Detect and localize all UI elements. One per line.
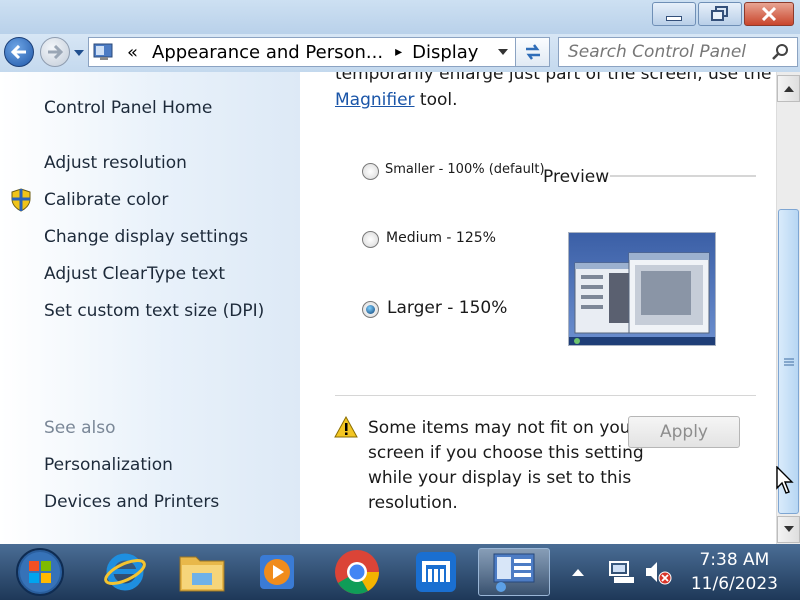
start-orb-icon xyxy=(16,548,64,596)
intro-text-partial: temporarily enlarge just part of the scr… xyxy=(335,72,772,84)
chrome-icon xyxy=(335,550,379,594)
change-display-settings-link[interactable]: Change display settings xyxy=(44,227,248,247)
recent-pages-dropdown-icon[interactable] xyxy=(73,49,85,57)
forward-button[interactable] xyxy=(40,37,70,67)
breadcrumb-overflow[interactable]: « xyxy=(127,42,138,63)
search-icon[interactable] xyxy=(771,43,789,61)
personalization-link[interactable]: Personalization xyxy=(44,455,173,475)
forward-arrow-icon xyxy=(48,45,64,59)
breadcrumb-parent[interactable]: Appearance and Person... xyxy=(152,42,383,63)
calibrate-color-link[interactable]: Calibrate color xyxy=(44,190,168,210)
network-icon[interactable] xyxy=(608,559,634,585)
control-panel-home-link[interactable]: Control Panel Home xyxy=(44,98,212,118)
scroll-down-button[interactable] xyxy=(777,516,800,543)
taskbar-media-player[interactable] xyxy=(247,548,307,596)
media-player-icon xyxy=(260,555,294,589)
scroll-up-button[interactable] xyxy=(777,75,800,102)
maxthon-icon xyxy=(416,552,456,592)
back-button[interactable] xyxy=(4,37,34,67)
taskbar-internet-explorer[interactable] xyxy=(95,548,155,596)
minimize-icon xyxy=(666,15,682,21)
address-dropdown-icon[interactable] xyxy=(497,48,509,56)
taskbar-file-explorer[interactable] xyxy=(172,548,232,596)
breadcrumb-current[interactable]: Display xyxy=(412,42,478,63)
navigation-bar: « Appearance and Person... ▸ Display Sea… xyxy=(0,34,800,72)
system-clock[interactable]: 7:38 AM 11/6/2023 xyxy=(691,548,778,596)
adjust-resolution-link[interactable]: Adjust resolution xyxy=(44,153,187,173)
volume-muted-icon[interactable] xyxy=(644,559,672,585)
preview-desktop-illustration xyxy=(569,252,715,345)
restore-button[interactable] xyxy=(698,2,742,26)
taskbar-maxthon[interactable] xyxy=(406,548,466,596)
see-also-heading: See also xyxy=(44,418,116,438)
taskbar: 7:38 AM 11/6/2023 xyxy=(0,544,800,600)
magnifier-sentence: Magnifier tool. xyxy=(335,90,458,110)
warning-line-4: resolution. xyxy=(368,493,458,513)
search-placeholder[interactable]: Search Control Panel xyxy=(568,42,771,62)
section-divider xyxy=(335,395,756,396)
internet-explorer-icon xyxy=(104,553,146,591)
display-settings-content: temporarily enlarge just part of the scr… xyxy=(300,72,776,544)
apply-button[interactable]: Apply xyxy=(628,416,740,448)
restore-icon xyxy=(711,6,728,21)
address-bar[interactable]: « Appearance and Person... ▸ Display xyxy=(88,37,516,67)
clock-time: 7:38 AM xyxy=(699,550,770,570)
shield-icon xyxy=(11,188,31,212)
search-box[interactable]: Search Control Panel xyxy=(558,37,798,67)
minimize-button[interactable] xyxy=(652,2,696,26)
radio-larger[interactable] xyxy=(362,301,379,318)
warning-line-2: screen if you choose this setting xyxy=(368,443,644,463)
preview-divider xyxy=(610,175,756,177)
close-icon xyxy=(761,7,777,21)
breadcrumb-separator[interactable]: ▸ xyxy=(395,44,402,60)
warning-line-3: while your display is set to this xyxy=(368,468,632,488)
adjust-cleartype-link[interactable]: Adjust ClearType text xyxy=(44,264,225,284)
task-pane: Control Panel Home Adjust resolution Cal… xyxy=(0,72,300,544)
custom-text-size-link[interactable]: Set custom text size (DPI) xyxy=(44,301,264,321)
window-controls xyxy=(650,2,794,26)
file-explorer-icon xyxy=(179,556,225,592)
warning-line-1: Some items may not fit on your xyxy=(368,418,638,438)
scroll-up-icon xyxy=(783,86,794,92)
warning-icon xyxy=(334,416,358,438)
option-smaller-label[interactable]: Smaller - 100% (default) xyxy=(385,162,545,177)
magnifier-link[interactable]: Magnifier xyxy=(335,90,415,110)
taskbar-chrome[interactable] xyxy=(327,548,387,596)
mouse-cursor-icon xyxy=(776,466,794,494)
clock-date: 11/6/2023 xyxy=(690,574,778,594)
option-medium-label[interactable]: Medium - 125% xyxy=(386,230,496,246)
tool-suffix-text: tool. xyxy=(414,90,458,110)
show-hidden-icons-icon[interactable] xyxy=(571,567,585,577)
devices-and-printers-link[interactable]: Devices and Printers xyxy=(44,492,219,512)
grip-icon xyxy=(783,357,794,366)
taskbar-control-panel[interactable] xyxy=(478,548,550,596)
back-arrow-icon xyxy=(10,45,26,59)
close-button[interactable] xyxy=(744,2,794,26)
refresh-icon xyxy=(525,44,540,60)
control-panel-small-icon xyxy=(93,43,113,60)
start-button[interactable] xyxy=(12,548,68,596)
radio-smaller[interactable] xyxy=(362,163,379,180)
preview-label: Preview xyxy=(543,167,610,187)
control-panel-icon xyxy=(493,553,535,592)
option-larger-label[interactable]: Larger - 150% xyxy=(387,298,507,318)
scroll-down-icon xyxy=(783,526,794,532)
title-bar xyxy=(0,0,800,34)
preview-image xyxy=(568,232,716,346)
radio-medium[interactable] xyxy=(362,231,379,248)
refresh-button[interactable] xyxy=(516,37,550,67)
